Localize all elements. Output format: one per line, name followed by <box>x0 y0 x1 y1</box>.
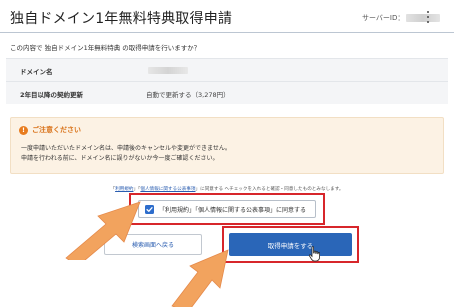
arrow-annotation-icon <box>171 249 229 307</box>
domain-name-redacted <box>148 67 188 74</box>
hand-cursor-icon <box>308 246 320 262</box>
terms-note-text: 」に同意する ヘチェックを入れると確認・同意したものとみなします。 <box>195 187 344 192</box>
arrow-annotation-icon <box>65 201 141 260</box>
caution-box: ! ご注意ください 一度申請いただいたドメイン名は、申請後のキャンセルや変更がで… <box>10 117 444 174</box>
detail-row-renewal: 2年目以降の契約更新 自動で更新する（3,278円） <box>6 81 448 104</box>
server-id-label: サーバーID： <box>362 14 405 22</box>
agree-label: 「利用規約」「個人情報に関する公表事項」に同意する <box>159 206 307 214</box>
detail-label: 2年目以降の契約更新 <box>20 91 84 99</box>
agree-checkbox-row[interactable]: 「利用規約」「個人情報に関する公表事項」に同意する <box>138 200 316 218</box>
caution-line: 申請を行われる前に、ドメイン名に誤りがないか今一度ご確認ください。 <box>21 154 219 162</box>
kebab-menu-icon[interactable] <box>424 10 432 24</box>
detail-label: ドメイン名 <box>20 68 53 76</box>
page-header: 独自ドメイン1年無料特典取得申請 サーバーID： <box>0 0 454 34</box>
submit-application-button[interactable]: 取得申請をする <box>229 233 352 256</box>
detail-value: 自動で更新する（3,278円） <box>146 91 230 99</box>
submit-highlight-frame: 取得申請をする <box>222 226 359 263</box>
header-divider <box>0 32 454 33</box>
detail-row-domain: ドメイン名 <box>6 58 448 81</box>
confirm-question: この内容で 独自ドメイン1年無料特典 の取得申請を行いますか？ <box>10 44 201 52</box>
caution-header: ! ご注意ください <box>19 125 81 135</box>
warning-icon: ! <box>19 125 28 135</box>
caution-title: ご注意ください <box>32 126 81 134</box>
agree-highlight-frame: 「利用規約」「個人情報に関する公表事項」に同意する <box>129 193 325 225</box>
details-table: ドメイン名 2年目以降の契約更新 自動で更新する（3,278円） <box>6 58 448 104</box>
caution-line: 一度申請いただいたドメイン名は、申請後のキャンセルや変更ができません。 <box>21 145 231 152</box>
page-title: 独自ドメイン1年無料特典取得申請 <box>10 11 233 27</box>
caution-text: 一度申請いただいたドメイン名は、申請後のキャンセルや変更ができません。 申請を行… <box>21 144 231 163</box>
